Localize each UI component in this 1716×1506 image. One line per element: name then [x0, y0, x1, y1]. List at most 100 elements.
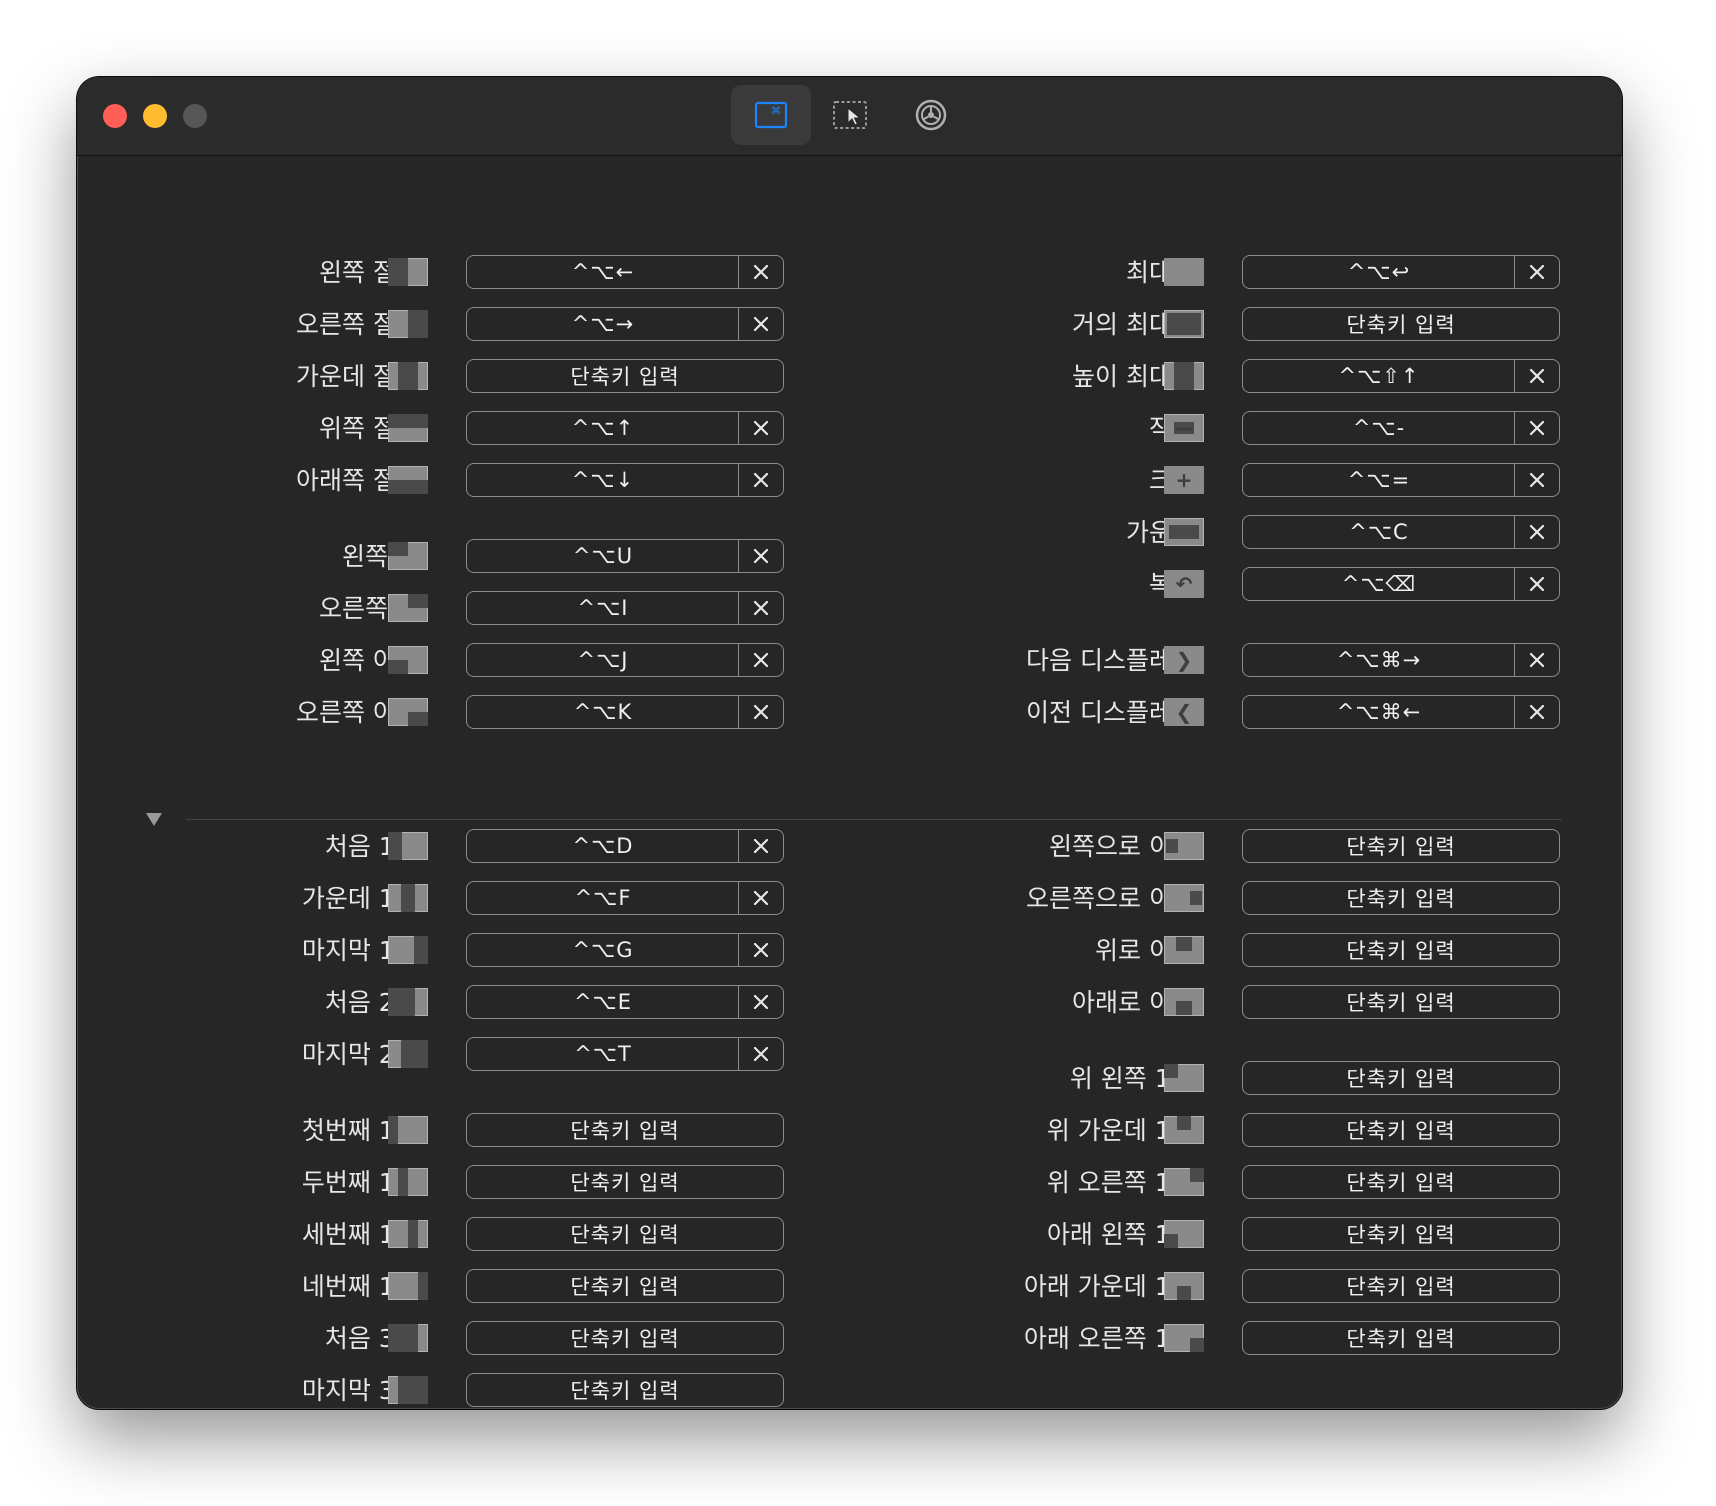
clear-shortcut-button[interactable] [1515, 516, 1559, 548]
shortcut-recorder-field[interactable]: ^⌥→ [466, 307, 784, 341]
clear-shortcut-button[interactable] [739, 644, 783, 676]
shortcut-recorder-field[interactable]: ^⌥⌘→ [1242, 643, 1560, 677]
clear-shortcut-button[interactable] [739, 308, 783, 340]
window-layout-icon [388, 1116, 428, 1144]
shortcut-placeholder: 단축키 입력 [570, 1171, 680, 1195]
preferences-window: ⌘ 왼쪽 절반 ^⌥← 오른쪽 절반 ^⌥→ 가운데 절반 단축키 입력 위쪽 … [77, 77, 1622, 1409]
clear-shortcut-button[interactable] [1515, 568, 1559, 600]
shortcut-recorder-field[interactable]: ^⌥- [1242, 411, 1560, 445]
shortcut-recorder-field[interactable]: ^⌥K [466, 695, 784, 729]
shortcut-keys: ^⌥E [573, 990, 633, 1014]
shortcut-recorder-field[interactable]: 단축키 입력 [1242, 985, 1560, 1019]
window-layout-icon [388, 1040, 428, 1068]
shortcut-recorder-field[interactable]: 단축키 입력 [1242, 307, 1560, 341]
clear-icon [753, 548, 769, 564]
shortcut-recorder-field[interactable]: ^⌥⇧↑ [1242, 359, 1560, 393]
shortcut-keys: ^⌥↩ [1347, 260, 1411, 284]
window-layout-icon [1164, 1220, 1204, 1248]
shortcut-placeholder: 단축키 입력 [1346, 1327, 1456, 1351]
shortcut-recorder-field[interactable]: ^⌥F [466, 881, 784, 915]
minimize-window-button[interactable] [143, 104, 167, 128]
shortcut-placeholder: 단축키 입력 [570, 1379, 680, 1403]
close-window-button[interactable] [103, 104, 127, 128]
shortcut-recorder-field[interactable]: ^⌥U [466, 539, 784, 573]
shortcut-keys: ^⌥T [574, 1042, 632, 1066]
shortcut-recorder-field[interactable]: 단축키 입력 [466, 1269, 784, 1303]
snap-cursor-icon [833, 101, 867, 129]
shortcut-recorder-field[interactable]: 단축키 입력 [466, 1113, 784, 1147]
tab-general[interactable] [891, 85, 971, 145]
clear-shortcut-button[interactable] [1515, 360, 1559, 392]
shortcut-recorder-field[interactable]: ^⌥E [466, 985, 784, 1019]
clear-icon [1529, 420, 1545, 436]
shortcut-recorder-field[interactable]: 단축키 입력 [466, 1217, 784, 1251]
shortcut-recorder-field[interactable]: ^⌥I [466, 591, 784, 625]
shortcut-keys: ^⌥J [577, 648, 629, 672]
shortcut-recorder-field[interactable]: 단축키 입력 [1242, 881, 1560, 915]
clear-shortcut-button[interactable] [739, 934, 783, 966]
window-layout-icon: ❯ [1164, 646, 1204, 674]
clear-shortcut-button[interactable] [739, 256, 783, 288]
clear-icon [753, 472, 769, 488]
shortcut-recorder-field[interactable]: 단축키 입력 [1242, 1217, 1560, 1251]
shortcut-recorder-field[interactable]: 단축키 입력 [1242, 1113, 1560, 1147]
shortcut-keys: ^⌥U [572, 544, 634, 568]
window-layout-icon [1164, 310, 1204, 338]
tab-snap-areas[interactable] [811, 85, 891, 145]
clear-icon [1529, 472, 1545, 488]
shortcut-recorder-field[interactable]: 단축키 입력 [1242, 1061, 1560, 1095]
shortcut-recorder-field[interactable]: 단축키 입력 [1242, 1269, 1560, 1303]
window-layout-icon [388, 466, 428, 494]
window-layout-icon [1164, 988, 1204, 1016]
shortcut-recorder-field[interactable]: ^⌥C [1242, 515, 1560, 549]
shortcut-placeholder: 단축키 입력 [570, 1223, 680, 1247]
clear-icon [753, 1046, 769, 1062]
shortcut-recorder-field[interactable]: ^⌥⌘← [1242, 695, 1560, 729]
shortcut-recorder-field[interactable]: ^⌥⌫ [1242, 567, 1560, 601]
clear-shortcut-button[interactable] [1515, 696, 1559, 728]
window-layout-icon [388, 362, 428, 390]
clear-shortcut-button[interactable] [739, 412, 783, 444]
clear-icon [1529, 576, 1545, 592]
disclosure-triangle-icon[interactable] [143, 808, 165, 830]
window-layout-icon [388, 698, 428, 726]
clear-shortcut-button[interactable] [739, 830, 783, 862]
clear-shortcut-button[interactable] [1515, 644, 1559, 676]
shortcut-recorder-field[interactable]: ^⌥← [466, 255, 784, 289]
window-layout-icon [1164, 518, 1204, 546]
shortcut-recorder-field[interactable]: ^⌥↓ [466, 463, 784, 497]
shortcut-placeholder: 단축키 입력 [1346, 835, 1456, 859]
shortcut-recorder-field[interactable]: 단축키 입력 [466, 359, 784, 393]
clear-shortcut-button[interactable] [1515, 464, 1559, 496]
shortcut-recorder-field[interactable]: ^⌥D [466, 829, 784, 863]
window-layout-icon [388, 594, 428, 622]
clear-shortcut-button[interactable] [739, 882, 783, 914]
shortcut-recorder-field[interactable]: 단축키 입력 [1242, 1321, 1560, 1355]
clear-shortcut-button[interactable] [739, 986, 783, 1018]
shortcut-recorder-field[interactable]: 단축키 입력 [1242, 829, 1560, 863]
shortcut-recorder-field[interactable]: ^⌥J [466, 643, 784, 677]
shortcut-recorder-field[interactable]: ^⌥↩ [1242, 255, 1560, 289]
clear-icon [1529, 704, 1545, 720]
clear-shortcut-button[interactable] [739, 592, 783, 624]
clear-shortcut-button[interactable] [739, 1038, 783, 1070]
shortcut-recorder-field[interactable]: 단축키 입력 [466, 1321, 784, 1355]
window-layout-icon [388, 936, 428, 964]
shortcut-recorder-field[interactable]: 단축키 입력 [466, 1373, 784, 1407]
clear-shortcut-button[interactable] [1515, 412, 1559, 444]
shortcut-recorder-field[interactable]: ^⌥↑ [466, 411, 784, 445]
shortcut-recorder-field[interactable]: ^⌥T [466, 1037, 784, 1071]
window-layout-icon [1164, 1116, 1204, 1144]
shortcut-recorder-field[interactable]: ^⌥= [1242, 463, 1560, 497]
clear-shortcut-button[interactable] [739, 464, 783, 496]
tab-shortcuts[interactable]: ⌘ [731, 85, 811, 145]
clear-shortcut-button[interactable] [739, 696, 783, 728]
zoom-window-button[interactable] [183, 104, 207, 128]
shortcut-recorder-field[interactable]: 단축키 입력 [1242, 1165, 1560, 1199]
shortcut-recorder-field[interactable]: 단축키 입력 [1242, 933, 1560, 967]
clear-shortcut-button[interactable] [1515, 256, 1559, 288]
clear-shortcut-button[interactable] [739, 540, 783, 572]
shortcut-placeholder: 단축키 입력 [570, 1327, 680, 1351]
shortcut-recorder-field[interactable]: 단축키 입력 [466, 1165, 784, 1199]
shortcut-recorder-field[interactable]: ^⌥G [466, 933, 784, 967]
